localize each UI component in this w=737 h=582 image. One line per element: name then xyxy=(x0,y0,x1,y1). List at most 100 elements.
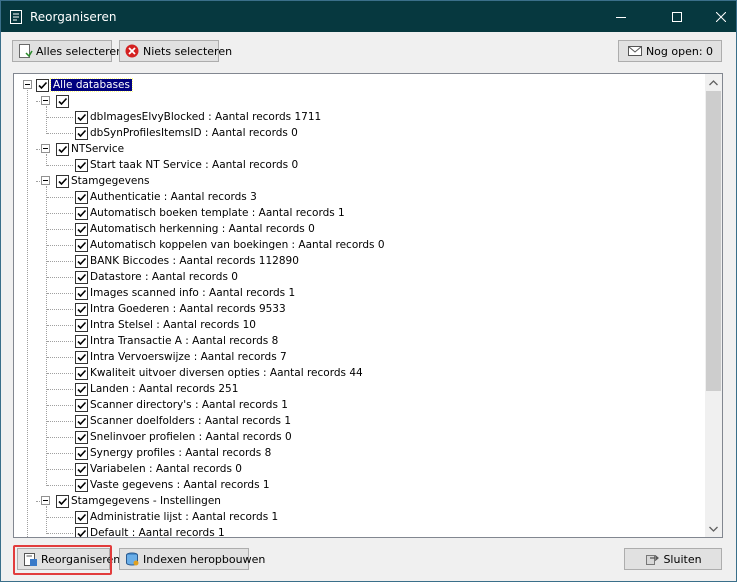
scroll-thumb[interactable] xyxy=(706,91,721,391)
tree-connector xyxy=(46,154,47,166)
tree-item[interactable]: Kwaliteit uitvoer diversen opties : Aant… xyxy=(75,365,363,381)
tree-item[interactable]: Administratie lijst : Aantal records 1 xyxy=(75,509,278,525)
tree-item[interactable]: Synergy profiles : Aantal records 8 xyxy=(75,445,271,461)
checkbox[interactable] xyxy=(75,302,88,316)
group-expander[interactable] xyxy=(41,144,50,153)
checkbox[interactable] xyxy=(75,110,88,124)
checkbox[interactable] xyxy=(75,430,88,444)
checkmark-icon xyxy=(77,273,87,281)
checkmark-icon xyxy=(58,145,68,153)
checkbox[interactable] xyxy=(75,478,88,492)
tree-group[interactable]: NTService xyxy=(56,141,124,157)
tree-item[interactable]: Images scanned info : Aantal records 1 xyxy=(75,285,295,301)
checkmark-icon xyxy=(77,529,87,537)
tree-item[interactable]: Start taak NT Service : Aantal records 0 xyxy=(75,157,298,173)
select-none-button[interactable]: Niets selecteren xyxy=(119,40,232,62)
checkmark-icon xyxy=(38,81,48,89)
group-expander[interactable] xyxy=(41,496,50,505)
tree-item[interactable]: Intra Goederen : Aantal records 9533 xyxy=(75,301,286,317)
checkbox[interactable] xyxy=(36,78,49,92)
checkbox[interactable] xyxy=(56,174,69,188)
checkmark-icon xyxy=(58,497,68,505)
checkbox[interactable] xyxy=(75,414,88,428)
checkbox[interactable] xyxy=(75,254,88,268)
database-tree[interactable]: Alle databases dbImagesElvyBlocked : Aant… xyxy=(14,74,705,537)
checkbox[interactable] xyxy=(56,494,69,508)
checkbox[interactable] xyxy=(75,126,88,140)
tree-item-label: Intra Transactie A : Aantal records 8 xyxy=(90,335,279,347)
group-expander[interactable] xyxy=(41,176,50,185)
checkbox[interactable] xyxy=(75,190,88,204)
tree-item[interactable]: Automatisch herkenning : Aantal records … xyxy=(75,221,315,237)
tree-connector xyxy=(47,309,73,310)
title-bar[interactable]: Reorganiseren xyxy=(1,1,736,32)
checkbox[interactable] xyxy=(75,158,88,172)
close-label: Sluiten xyxy=(663,552,702,566)
tree-group[interactable]: Stamgegevens xyxy=(56,173,150,189)
tree-item[interactable]: Datastore : Aantal records 0 xyxy=(75,269,238,285)
tree-connector xyxy=(47,469,73,470)
root-expander[interactable] xyxy=(23,80,32,89)
group-expander[interactable] xyxy=(41,96,50,105)
checkbox[interactable] xyxy=(75,270,88,284)
tree-item[interactable]: Snelinvoer profielen : Aantal records 0 xyxy=(75,429,292,445)
checkbox[interactable] xyxy=(56,94,69,108)
checkbox[interactable] xyxy=(75,286,88,300)
checkbox[interactable] xyxy=(75,446,88,460)
vertical-scrollbar[interactable] xyxy=(705,74,722,537)
tree-item-label: Automatisch herkenning : Aantal records … xyxy=(90,223,315,235)
tree-group[interactable] xyxy=(56,93,71,109)
tree-item[interactable]: Automatisch boeken template : Aantal rec… xyxy=(75,205,345,221)
checkbox[interactable] xyxy=(75,510,88,524)
checkbox[interactable] xyxy=(75,350,88,364)
tree-item-label: Default : Aantal records 1 xyxy=(90,527,225,537)
checkbox[interactable] xyxy=(56,142,69,156)
checkbox[interactable] xyxy=(75,398,88,412)
tree-group[interactable]: Stamgegevens - Instellingen xyxy=(56,493,221,509)
tree-connector xyxy=(47,405,73,406)
tree-item[interactable]: Automatisch koppelen van boekingen : Aan… xyxy=(75,237,385,253)
exit-icon xyxy=(644,551,660,567)
tree-item[interactable]: Scanner directory's : Aantal records 1 xyxy=(75,397,288,413)
chevron-up-icon xyxy=(709,79,718,85)
checkbox[interactable] xyxy=(75,382,88,396)
tree-item[interactable]: Intra Vervoerswijze : Aantal records 7 xyxy=(75,349,287,365)
tree-connector xyxy=(47,533,73,534)
tree-item[interactable]: Intra Transactie A : Aantal records 8 xyxy=(75,333,278,349)
close-button[interactable]: Sluiten xyxy=(624,548,722,570)
tree-item[interactable]: Landen : Aantal records 251 xyxy=(75,381,238,397)
tree-connector xyxy=(46,186,47,486)
checkbox[interactable] xyxy=(75,462,88,476)
tree-item[interactable]: Authenticatie : Aantal records 3 xyxy=(75,189,257,205)
tree-root[interactable]: Alle databases xyxy=(36,77,133,93)
tree-item[interactable]: Intra Stelsel : Aantal records 10 xyxy=(75,317,256,333)
tree-connector xyxy=(47,341,73,342)
checkbox[interactable] xyxy=(75,526,88,537)
rebuild-indexes-button[interactable]: Indexen heropbouwen xyxy=(119,548,265,570)
tree-item-label: Kwaliteit uitvoer diversen opties : Aant… xyxy=(90,367,363,379)
tree-item[interactable]: Vaste gegevens : Aantal records 1 xyxy=(75,477,270,493)
tree-item[interactable]: Default : Aantal records 1 xyxy=(75,525,225,537)
checkbox[interactable] xyxy=(75,206,88,220)
checkbox[interactable] xyxy=(75,366,88,380)
tree-item-label: Images scanned info : Aantal records 1 xyxy=(90,287,296,299)
tree-item[interactable]: Variabelen : Aantal records 0 xyxy=(75,461,242,477)
scroll-up-button[interactable] xyxy=(705,74,722,91)
checkbox[interactable] xyxy=(75,222,88,236)
checkbox[interactable] xyxy=(75,318,88,332)
checkbox[interactable] xyxy=(75,238,88,252)
open-count-button[interactable]: Nog open: 0 xyxy=(618,40,722,62)
tree-item-label: Start taak NT Service : Aantal records 0 xyxy=(90,159,299,171)
reorganize-button[interactable]: Reorganiseren xyxy=(17,548,120,570)
tree-item[interactable]: BANK Biccodes : Aantal records 112890 xyxy=(75,253,299,269)
tree-item[interactable]: dbSynProfilesItemsID : Aantal records 0 xyxy=(75,125,298,141)
minimize-button[interactable] xyxy=(598,1,644,32)
scroll-down-button[interactable] xyxy=(705,520,722,537)
close-window-button[interactable] xyxy=(698,1,737,32)
maximize-button[interactable] xyxy=(654,1,700,32)
select-all-button[interactable]: Alles selecteren xyxy=(12,40,123,62)
tree-item[interactable]: dbImagesElvyBlocked : Aantal records 171… xyxy=(75,109,321,125)
tree-item[interactable]: Scanner doelfolders : Aantal records 1 xyxy=(75,413,291,429)
tree-item-label: Synergy profiles : Aantal records 8 xyxy=(90,447,272,459)
checkbox[interactable] xyxy=(75,334,88,348)
